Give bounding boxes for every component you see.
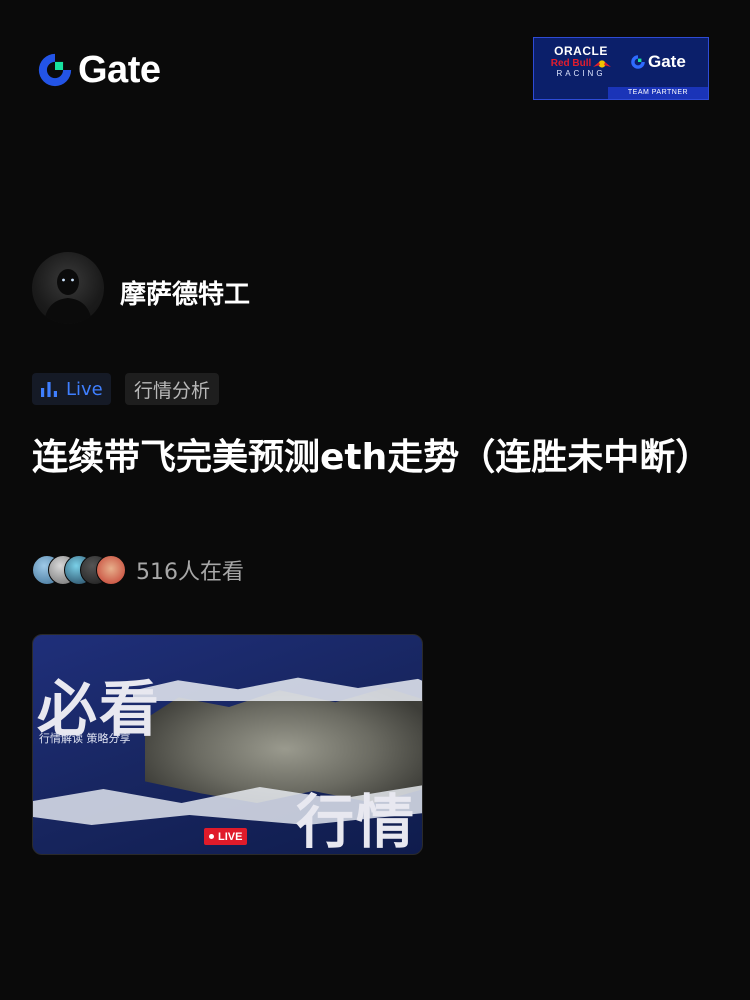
partner-line-oracle: ORACLE bbox=[554, 44, 608, 58]
category-tag-label: 行情分析 bbox=[134, 379, 211, 402]
bar-chart-icon bbox=[41, 382, 57, 397]
live-tag[interactable]: Live bbox=[32, 373, 111, 405]
partner-gate-logo: Gate bbox=[630, 52, 686, 72]
live-dot-icon bbox=[209, 834, 214, 839]
viewers-row[interactable]: 516人在看 bbox=[32, 554, 244, 586]
live-stream-cover[interactable]: 必看 行情解读 策略分享 行情 LIVE bbox=[32, 634, 423, 855]
team-partner-badge: ORACLE Red Bull RACING Gate TEAM PARTNER bbox=[533, 37, 709, 100]
author-name[interactable]: 摩萨德特工 bbox=[120, 274, 250, 311]
post-title[interactable]: 连续带飞完美预测eth走势（连胜未中断） bbox=[32, 432, 712, 484]
live-badge: LIVE bbox=[204, 828, 248, 845]
author-avatar[interactable] bbox=[32, 252, 104, 324]
bull-icon bbox=[593, 59, 612, 68]
torn-paper-edge bbox=[133, 677, 422, 701]
cover-headline-2: 行情 bbox=[295, 788, 416, 855]
gate-logo-text: Gate bbox=[78, 48, 161, 91]
category-tag[interactable]: 行情分析 bbox=[125, 373, 220, 405]
oracle-redbull-logo: ORACLE Red Bull RACING bbox=[544, 44, 618, 78]
live-badge-text: LIVE bbox=[218, 830, 243, 843]
viewer-avatar bbox=[96, 555, 126, 585]
live-tag-label: Live bbox=[66, 378, 103, 400]
team-partner-label: TEAM PARTNER bbox=[608, 87, 708, 99]
viewer-count: 516人在看 bbox=[136, 560, 244, 585]
gate-small-icon bbox=[631, 55, 645, 69]
partner-line-racing: RACING bbox=[556, 69, 606, 78]
gate-logo[interactable]: Gate bbox=[36, 48, 161, 91]
partner-line-redbull: Red Bull bbox=[544, 58, 618, 69]
gate-logo-icon bbox=[38, 53, 72, 87]
cover-subtext: 行情解读 策略分享 bbox=[39, 732, 131, 745]
avatar-icon bbox=[44, 269, 92, 324]
